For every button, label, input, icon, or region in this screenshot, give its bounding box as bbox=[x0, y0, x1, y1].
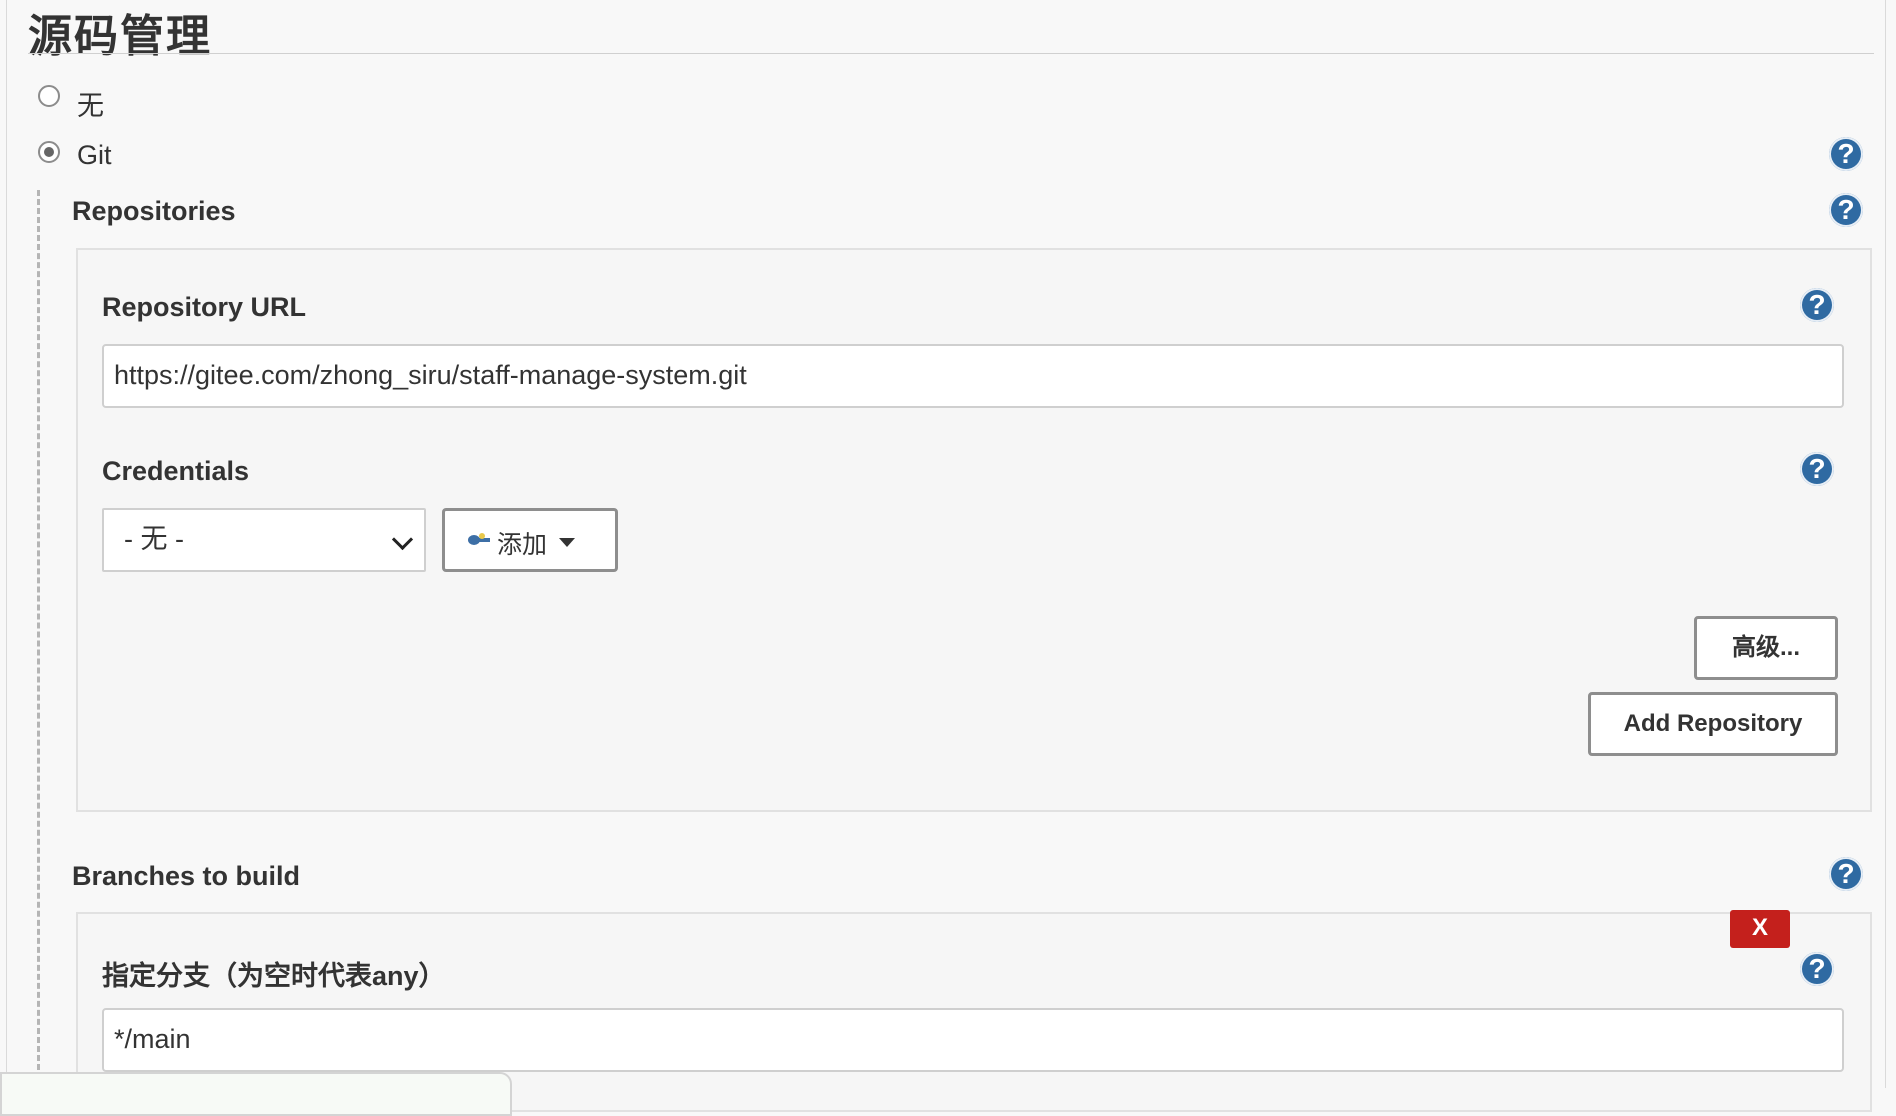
scm-git-radio[interactable] bbox=[38, 141, 60, 163]
branch-specifier-label: 指定分支（为空时代表any） bbox=[102, 961, 446, 991]
help-icon-branch-specifier[interactable]: ? bbox=[1800, 952, 1834, 986]
repository-panel: Repository URL ? https://gitee.com/zhong… bbox=[76, 248, 1872, 812]
add-repository-button[interactable]: Add Repository bbox=[1588, 692, 1838, 756]
scm-git-label[interactable]: Git bbox=[77, 140, 112, 171]
page-left-border bbox=[6, 0, 7, 1088]
add-credentials-label: 添加 bbox=[497, 531, 548, 559]
scm-none-label[interactable]: 无 bbox=[77, 84, 104, 123]
add-credentials-button[interactable]: 添加 bbox=[442, 508, 618, 572]
scm-none-radio[interactable] bbox=[38, 85, 60, 107]
help-icon-git[interactable]: ? bbox=[1829, 137, 1863, 171]
key-icon bbox=[468, 533, 490, 545]
branch-specifier-input[interactable]: */main bbox=[102, 1008, 1844, 1072]
help-icon-repositories[interactable]: ? bbox=[1829, 193, 1863, 227]
chevron-down-icon bbox=[391, 528, 414, 551]
caret-down-icon bbox=[559, 538, 575, 547]
repository-url-label: Repository URL bbox=[102, 292, 307, 322]
section-title: 源码管理 bbox=[28, 12, 212, 61]
credentials-select[interactable]: - 无 - bbox=[102, 508, 426, 572]
page-right-border bbox=[1885, 0, 1886, 1088]
repositories-label: Repositories bbox=[72, 196, 236, 226]
bottom-notification-edge bbox=[0, 1072, 512, 1116]
help-icon-branches[interactable]: ? bbox=[1829, 857, 1863, 891]
credentials-select-value: - 无 - bbox=[124, 524, 184, 554]
git-section-indent-guide bbox=[37, 190, 40, 1088]
branches-label: Branches to build bbox=[72, 861, 301, 891]
help-icon-repository-url[interactable]: ? bbox=[1800, 288, 1834, 322]
credentials-label: Credentials bbox=[102, 456, 250, 486]
advanced-button[interactable]: 高级... bbox=[1694, 616, 1838, 680]
repository-url-input[interactable]: https://gitee.com/zhong_siru/staff-manag… bbox=[102, 344, 1844, 408]
help-icon-credentials[interactable]: ? bbox=[1800, 452, 1834, 486]
section-divider bbox=[28, 53, 1874, 54]
delete-branch-button[interactable]: X bbox=[1730, 910, 1790, 948]
